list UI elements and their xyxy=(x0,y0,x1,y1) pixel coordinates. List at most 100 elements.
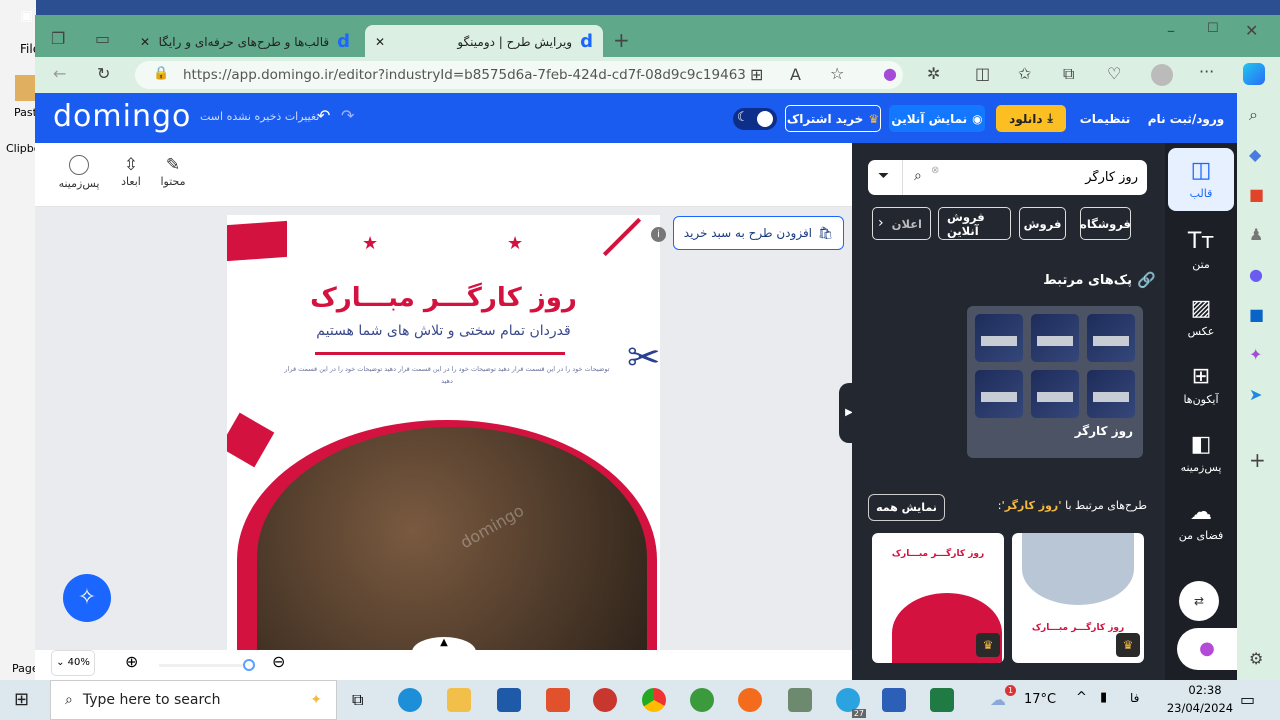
windows-start-icon[interactable]: ⊞ xyxy=(14,689,29,710)
app-available-icon[interactable]: ⊞ xyxy=(750,65,763,84)
collections-icon[interactable]: ⧉ xyxy=(1063,64,1074,84)
extensions-icon[interactable]: ✲ xyxy=(927,64,940,83)
firefox-icon[interactable] xyxy=(738,688,762,712)
template-card[interactable]: روز کارگـــر مبـــارک ♛ xyxy=(872,533,1004,663)
chip-online-sales[interactable]: فروش آنلاین xyxy=(938,207,1011,240)
rail-text[interactable]: Tт متن xyxy=(1168,229,1234,271)
rail-background[interactable]: ◧ پس‌زمینه xyxy=(1168,432,1234,474)
maximize-icon[interactable]: ☐ xyxy=(1207,21,1219,36)
back-icon[interactable]: ← xyxy=(53,64,66,83)
design-canvas[interactable]: ★ ★ روز کارگـــر مبـــارک قدردان تمام سخ… xyxy=(227,215,660,650)
save-icon[interactable]: ▣ xyxy=(20,8,33,24)
zoom-slider-thumb[interactable] xyxy=(243,659,255,671)
add-icon[interactable]: + xyxy=(1249,448,1266,472)
m365-icon[interactable]: ● xyxy=(1249,265,1263,284)
design-subtitle[interactable]: قدردان تمام سختی و تلاش های شما هستیم xyxy=(227,323,660,339)
search-input[interactable] xyxy=(948,165,1138,190)
chevron-right-icon[interactable]: › xyxy=(878,215,884,231)
excel-taskbar-icon[interactable] xyxy=(930,688,954,712)
games-icon[interactable]: ♟ xyxy=(1249,225,1263,244)
close-tab-icon[interactable]: ✕ xyxy=(375,35,385,49)
app-c-icon[interactable] xyxy=(546,688,570,712)
tray-chevron-icon[interactable]: ^ xyxy=(1076,690,1087,705)
design-title[interactable]: روز کارگـــر مبـــارک xyxy=(227,283,660,313)
new-tab-icon[interactable]: + xyxy=(613,28,630,52)
copilot-icon[interactable] xyxy=(1243,63,1265,85)
favorites-icon[interactable]: ✩ xyxy=(1018,64,1031,83)
rail-my-space[interactable]: ☁ فضای من xyxy=(1168,500,1234,542)
pack-card[interactable]: روز کارگر xyxy=(967,306,1143,458)
battery-icon[interactable]: ▮ xyxy=(1100,690,1107,705)
chip-sales[interactable]: فروش xyxy=(1019,207,1066,240)
read-aloud-icon[interactable]: A xyxy=(790,65,801,84)
rail-photos[interactable]: ▨ عکس xyxy=(1168,296,1234,338)
zoom-level-dropdown[interactable]: ⌄ 40% xyxy=(51,650,95,676)
split-screen-icon[interactable]: ◫ xyxy=(975,64,990,83)
telegram-icon[interactable]: ➤ xyxy=(1249,385,1262,404)
lock-icon[interactable]: 🔒 xyxy=(153,66,169,81)
outlook-icon[interactable]: ■ xyxy=(1249,305,1264,324)
rail-templates[interactable]: ◫ قالب xyxy=(1168,148,1234,211)
workspaces-icon[interactable]: ❐ xyxy=(51,29,65,48)
url-field[interactable]: 🔒 https://app.domingo.ir/editor?industry… xyxy=(135,61,903,89)
language-indicator[interactable]: فا xyxy=(1130,691,1139,705)
settings-link[interactable]: تنظیمات xyxy=(1075,105,1135,132)
paste-icon[interactable] xyxy=(15,75,35,101)
search-icon[interactable]: ⌕ xyxy=(914,168,922,184)
psiphon-icon[interactable] xyxy=(593,688,617,712)
minimize-icon[interactable]: – xyxy=(1167,21,1175,40)
show-all-button[interactable]: نمایش همه xyxy=(868,494,945,521)
template-card[interactable]: روز کارگـــر مبـــارک ♛ xyxy=(1012,533,1144,663)
chrome-icon[interactable] xyxy=(642,688,666,712)
close-tab-icon[interactable]: ✕ xyxy=(140,35,150,49)
idm-icon[interactable] xyxy=(690,688,714,712)
close-window-icon[interactable]: ✕ xyxy=(1245,21,1258,40)
clock-time[interactable]: 02:38 xyxy=(1175,683,1235,697)
clock-date[interactable]: 23/04/2024 xyxy=(1160,701,1240,715)
add-to-cart-button[interactable]: 🛍 افزودن طرح به سبد خرید xyxy=(673,216,844,250)
brain-extension-icon[interactable]: ● xyxy=(883,64,897,83)
word-taskbar-icon[interactable] xyxy=(882,688,906,712)
settings-gear-icon[interactable]: ⚙ xyxy=(1249,649,1263,668)
domingo-logo[interactable]: domingo xyxy=(53,99,191,134)
browser-essentials-icon[interactable]: ♡ xyxy=(1107,64,1121,83)
rail-icons[interactable]: ⊞ آیکون‌ها xyxy=(1168,364,1234,406)
refresh-icon[interactable]: ↻ xyxy=(97,64,110,83)
dark-mode-toggle[interactable]: ☾ xyxy=(733,108,777,130)
app-green-icon[interactable] xyxy=(788,688,812,712)
weather-icon[interactable]: ☁ xyxy=(990,690,1006,709)
zoom-slider[interactable] xyxy=(159,659,255,671)
designer-icon[interactable]: ✦ xyxy=(1249,345,1262,364)
translate-button[interactable]: ⇄ xyxy=(1179,581,1219,621)
brain-extension-button[interactable]: ● xyxy=(1177,628,1237,670)
edge-taskbar-icon[interactable] xyxy=(398,688,422,712)
design-body-text[interactable]: توضیحات خود را در این قسمت قرار دهید توض… xyxy=(282,363,612,387)
clear-search-icon[interactable]: ⊗ xyxy=(931,165,939,176)
more-icon[interactable]: ··· xyxy=(1199,62,1214,81)
subscribe-button[interactable]: ♛ خرید اشتراک xyxy=(785,105,881,132)
redo-icon[interactable]: ↷ xyxy=(341,106,354,125)
telegram-taskbar-icon[interactable]: 27 xyxy=(836,688,866,718)
info-icon[interactable]: i xyxy=(651,227,666,242)
magic-wand-button[interactable]: ✧ xyxy=(63,574,111,622)
zoom-in-icon[interactable]: ⊕ xyxy=(125,652,138,671)
download-button[interactable]: ⤓ دانلود xyxy=(996,105,1066,132)
profile-avatar[interactable] xyxy=(1151,64,1173,86)
favorite-star-icon[interactable]: ☆ xyxy=(830,64,844,83)
shopping-tag-icon[interactable]: ◆ xyxy=(1249,145,1261,164)
tab-templates[interactable]: d قالب‌ها و طرح‌های حرفه‌ای و رایگان ✕ xyxy=(130,25,360,58)
undo-icon[interactable]: ↶ xyxy=(317,106,330,125)
notifications-icon[interactable]: ▭ xyxy=(1240,690,1255,709)
preview-button[interactable]: ◉ نمایش آنلاین xyxy=(889,105,985,132)
login-link[interactable]: ورود/ثبت نام xyxy=(1141,105,1231,132)
task-view-icon[interactable]: ⧉ xyxy=(352,690,363,710)
file-explorer-icon[interactable] xyxy=(447,688,471,712)
filter-icon[interactable]: ⏷ xyxy=(878,168,889,184)
vertical-tabs-icon[interactable]: ▭ xyxy=(95,29,110,48)
zoom-out-icon[interactable]: ⊖ xyxy=(272,652,285,671)
background-tool[interactable]: پس‌زمینه xyxy=(57,155,101,190)
search-icon[interactable]: ⌕ xyxy=(1249,105,1258,125)
chip-store[interactable]: فروشگاه xyxy=(1080,207,1131,240)
taskbar-search[interactable]: ⌕ Type here to search ✦ xyxy=(50,680,337,720)
store-icon[interactable] xyxy=(497,688,521,712)
